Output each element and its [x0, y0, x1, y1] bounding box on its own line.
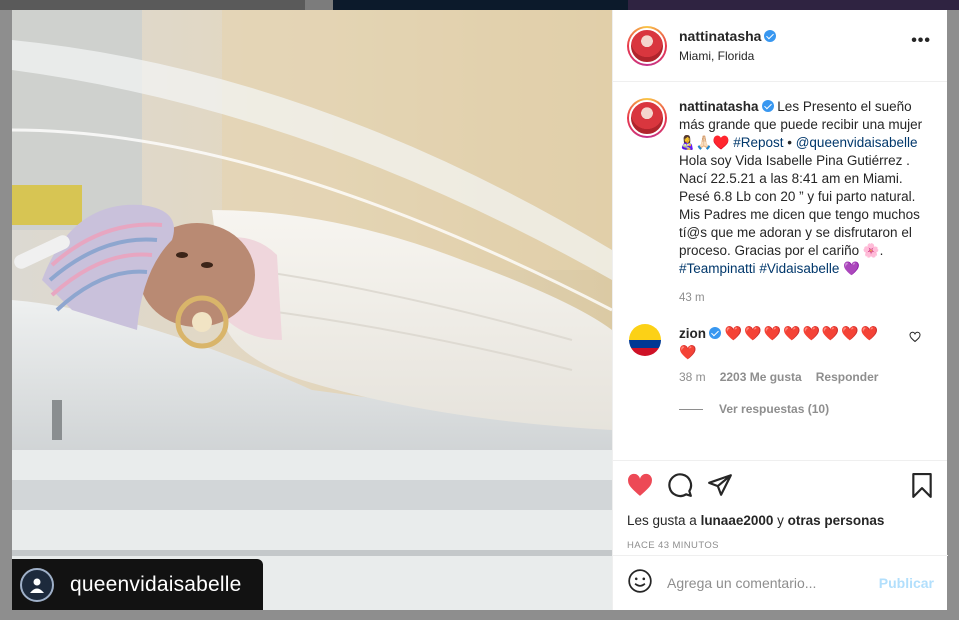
- post-location[interactable]: Miami, Florida: [679, 49, 776, 63]
- comment-item: zion ❤️❤️❤️❤️❤️❤️❤️❤️❤️: [627, 324, 933, 362]
- commenter-username[interactable]: zion: [679, 326, 706, 341]
- add-comment-bar: Publicar: [613, 555, 948, 610]
- replies-divider: [679, 408, 703, 410]
- publish-button[interactable]: Publicar: [879, 575, 934, 591]
- post-actions: Les gusta a lunaae2000 y otras personas …: [613, 460, 947, 554]
- caption-separator: •: [783, 135, 796, 150]
- post-side-panel: nattinatasha Miami, Florida ••• nattinat…: [612, 10, 948, 610]
- comment-like-heart-icon[interactable]: [909, 330, 921, 348]
- author-username[interactable]: nattinatasha: [679, 28, 761, 44]
- newborn-photo-illustration: [12, 10, 612, 610]
- like-heart-icon[interactable]: [627, 473, 653, 497]
- watermark-logo-icon: [20, 567, 54, 602]
- post-header: nattinatasha Miami, Florida •••: [613, 10, 947, 82]
- caption: nattinatasha Les Presento el sueño más g…: [627, 98, 933, 278]
- caption-text: nattinatasha Les Presento el sueño más g…: [679, 98, 931, 278]
- view-replies-label: Ver respuestas (10): [719, 402, 830, 416]
- background-feed-strip: [0, 0, 959, 10]
- comments-area[interactable]: nattinatasha Les Presento el sueño más g…: [613, 82, 947, 460]
- caption-time[interactable]: 43 m: [679, 292, 933, 304]
- emoji-smiley-icon[interactable]: [627, 568, 653, 599]
- hashtag-teampinatti[interactable]: #Teampinatti: [679, 261, 756, 276]
- caption-username[interactable]: nattinatasha: [679, 99, 759, 114]
- comment-text: zion ❤️❤️❤️❤️❤️❤️❤️❤️❤️: [679, 324, 899, 362]
- author-avatar[interactable]: [627, 25, 667, 66]
- reply-button[interactable]: Responder: [816, 370, 879, 384]
- verified-badge-icon: [764, 30, 777, 42]
- view-replies-button[interactable]: Ver respuestas (10): [679, 402, 933, 416]
- watermark-text: queenvidaisabelle: [70, 572, 242, 596]
- comment-bubble-icon[interactable]: [667, 472, 693, 498]
- hashtag-repost[interactable]: #Repost: [733, 135, 783, 150]
- likes-prefix: Les gusta a: [627, 513, 701, 528]
- background-image: [305, 0, 333, 10]
- comment-input[interactable]: [667, 575, 879, 591]
- caption-emoji: 💜: [839, 261, 860, 276]
- repost-watermark: queenvidaisabelle: [12, 559, 263, 610]
- caption-avatar[interactable]: [627, 98, 667, 138]
- post-photo[interactable]: queenvidaisabelle: [12, 10, 612, 610]
- verified-badge-icon: [761, 100, 774, 112]
- caption-body-2: Hola soy Vida Isabelle Pina Gutiérrez . …: [679, 153, 920, 258]
- more-options-icon[interactable]: •••: [911, 33, 931, 49]
- share-paper-plane-icon[interactable]: [707, 472, 733, 498]
- comment-time[interactable]: 38 m: [679, 370, 706, 384]
- background-image: [0, 0, 305, 10]
- bookmark-icon[interactable]: [911, 473, 933, 504]
- post-timestamp[interactable]: HACE 43 MINUTOS: [627, 540, 933, 551]
- comment-likes-count[interactable]: 2203 Me gusta: [720, 370, 802, 384]
- commenter-avatar[interactable]: [629, 324, 661, 356]
- likes-others-link[interactable]: otras personas: [788, 513, 885, 528]
- likes-summary: Les gusta a lunaae2000 y otras personas: [627, 513, 933, 528]
- likes-user-link[interactable]: lunaae2000: [701, 513, 774, 528]
- mention-link[interactable]: @queenvidaisabelle: [796, 135, 918, 150]
- background-image: [333, 0, 628, 10]
- verified-badge-icon: [709, 327, 721, 339]
- background-image: [628, 0, 959, 10]
- comment-meta: 38 m 2203 Me gusta Responder: [679, 370, 933, 384]
- hashtag-vidaisabelle[interactable]: #Vidaisabelle: [759, 261, 839, 276]
- likes-mid: y: [773, 513, 788, 528]
